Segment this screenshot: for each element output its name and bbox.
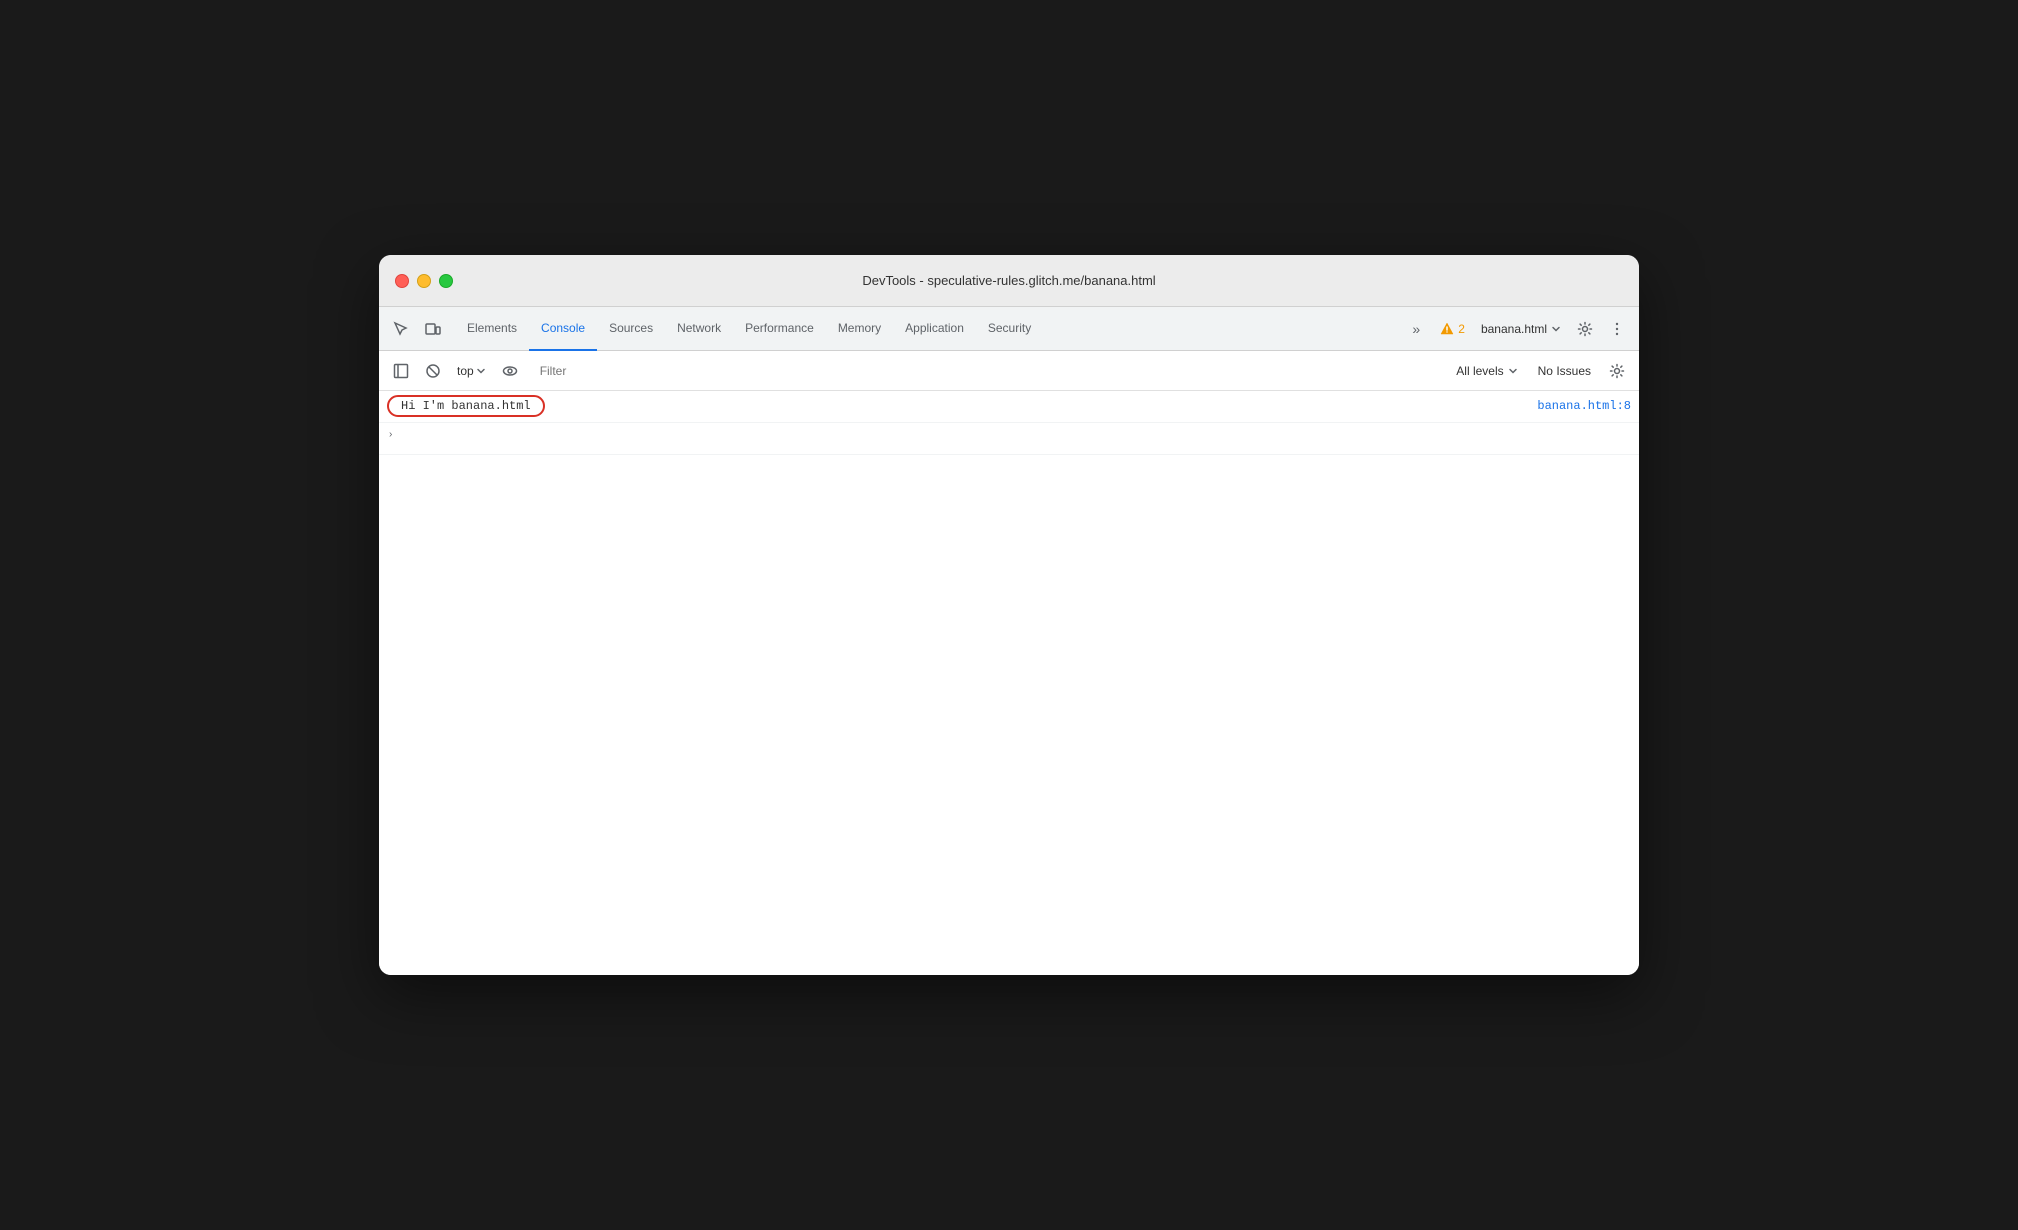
tab-sources[interactable]: Sources xyxy=(597,307,665,351)
close-button[interactable] xyxy=(395,274,409,288)
window-title: DevTools - speculative-rules.glitch.me/b… xyxy=(862,273,1155,288)
console-source-link[interactable]: banana.html:8 xyxy=(1537,399,1631,413)
tab-elements[interactable]: Elements xyxy=(455,307,529,351)
tab-bar-icons xyxy=(387,315,447,343)
no-issues-button[interactable]: No Issues xyxy=(1530,360,1599,382)
expand-arrow-icon[interactable]: › xyxy=(387,427,394,442)
console-toolbar-left: top xyxy=(387,357,524,385)
tab-network[interactable]: Network xyxy=(665,307,733,351)
live-expressions-button[interactable] xyxy=(496,357,524,385)
console-expand-row: › xyxy=(379,423,1639,455)
inspect-element-icon[interactable] xyxy=(387,315,415,343)
minimize-button[interactable] xyxy=(417,274,431,288)
devtools-window: DevTools - speculative-rules.glitch.me/b… xyxy=(379,255,1639,975)
clear-console-button[interactable] xyxy=(419,357,447,385)
eye-icon xyxy=(502,363,518,379)
filter-input[interactable] xyxy=(540,358,1437,384)
console-log-entry: Hi I'm banana.html banana.html:8 xyxy=(387,395,1631,417)
tab-security[interactable]: Security xyxy=(976,307,1043,351)
tab-memory[interactable]: Memory xyxy=(826,307,893,351)
warning-icon xyxy=(1440,322,1454,336)
settings-icon[interactable] xyxy=(1571,315,1599,343)
console-content: Hi I'm banana.html banana.html:8 › xyxy=(379,391,1639,975)
issues-warning-button[interactable]: 2 xyxy=(1434,318,1471,340)
console-gear-icon xyxy=(1609,363,1625,379)
context-selector-button[interactable]: top xyxy=(451,362,492,380)
console-toolbar-right: All levels No Issues xyxy=(1448,357,1631,385)
tab-console[interactable]: Console xyxy=(529,307,597,351)
chevron-down-icon xyxy=(1551,324,1561,334)
tab-performance[interactable]: Performance xyxy=(733,307,826,351)
maximize-button[interactable] xyxy=(439,274,453,288)
console-log-row: Hi I'm banana.html banana.html:8 xyxy=(379,391,1639,423)
file-selector-button[interactable]: banana.html xyxy=(1475,318,1567,340)
device-toggle-icon[interactable] xyxy=(419,315,447,343)
tab-bar: Elements Console Sources Network Perform… xyxy=(379,307,1639,351)
console-toolbar: top All levels xyxy=(379,351,1639,391)
context-chevron-icon xyxy=(476,366,486,376)
console-log-message: Hi I'm banana.html xyxy=(387,395,545,417)
more-tabs-button[interactable]: » xyxy=(1402,315,1430,343)
tabs-container: Elements Console Sources Network Perform… xyxy=(455,307,1402,351)
tab-bar-right: » 2 banana.html xyxy=(1402,315,1631,343)
filter-container xyxy=(536,358,1437,384)
sidebar-icon xyxy=(393,363,409,379)
console-settings-button[interactable] xyxy=(1603,357,1631,385)
log-levels-button[interactable]: All levels xyxy=(1448,360,1525,382)
levels-chevron-icon xyxy=(1508,366,1518,376)
tab-application[interactable]: Application xyxy=(893,307,976,351)
title-bar: DevTools - speculative-rules.glitch.me/b… xyxy=(379,255,1639,307)
sidebar-toggle-button[interactable] xyxy=(387,357,415,385)
clear-icon xyxy=(425,363,441,379)
more-options-icon[interactable] xyxy=(1603,315,1631,343)
traffic-lights xyxy=(395,274,453,288)
